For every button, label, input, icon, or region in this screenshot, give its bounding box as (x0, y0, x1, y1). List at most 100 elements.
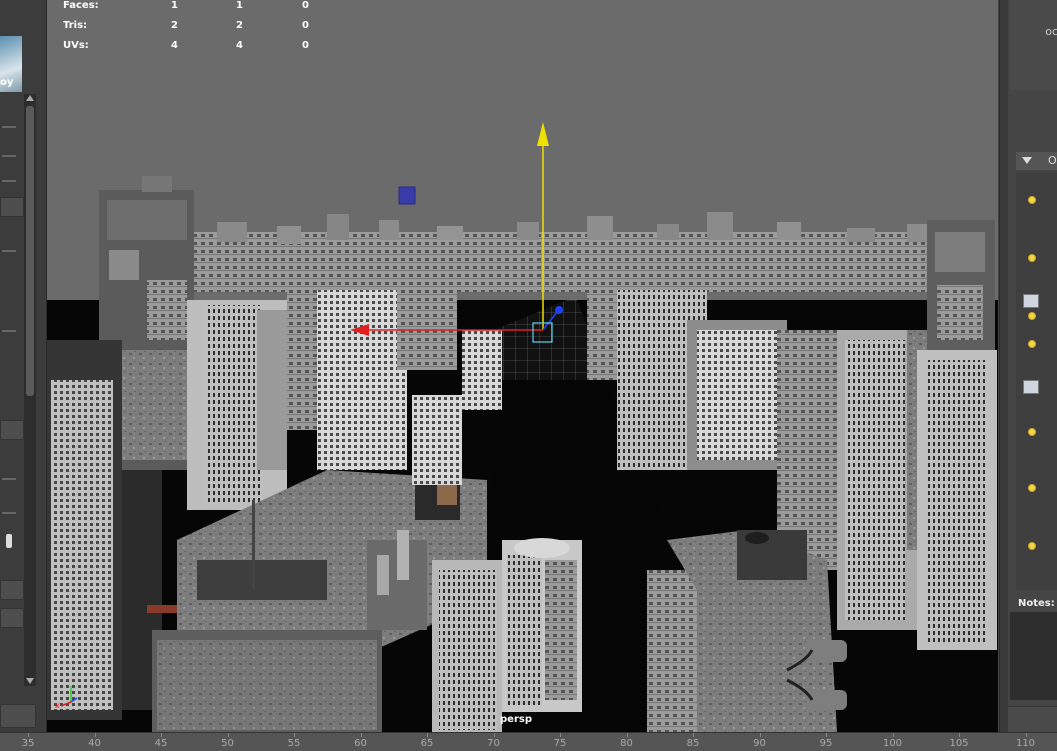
left-scrollbar[interactable] (24, 94, 36, 686)
hud-row-uvs: UVs: 4 4 0 (63, 40, 323, 54)
right-header-text: oc (1045, 25, 1057, 38)
scroll-up-arrow-icon[interactable] (26, 95, 34, 101)
notes-footer-field[interactable] (1008, 706, 1057, 731)
building (412, 395, 462, 485)
time-tick (94, 733, 96, 737)
camera-label: persp (500, 714, 532, 725)
attribute-list (1016, 172, 1057, 590)
attribute-panel: oc O Notes: (999, 0, 1057, 732)
scrollbar-thumb[interactable] (26, 106, 34, 396)
axis-gizmo-icon: x (55, 686, 78, 710)
keyable-dot-icon[interactable] (1028, 196, 1036, 204)
panel-divider (2, 330, 16, 332)
hud-value: 2 (171, 20, 178, 31)
time-tick (227, 733, 229, 737)
city-scene[interactable] (47, 0, 998, 732)
hud-value: 0 (302, 40, 309, 51)
hud-row-tris: Tris: 2 2 0 (63, 20, 323, 34)
time-tick (360, 733, 362, 737)
connection-icon[interactable] (1023, 294, 1039, 308)
time-tick-label: 65 (420, 738, 434, 749)
svg-text:x: x (55, 701, 60, 710)
plane-handle (398, 186, 416, 205)
panel-field[interactable] (0, 197, 24, 217)
time-tick-label: 40 (88, 738, 101, 749)
time-tick-label: 90 (753, 738, 766, 749)
time-tick-label: 55 (287, 738, 301, 749)
time-tick (826, 733, 827, 737)
right-header: oc (1010, 0, 1057, 90)
keyable-dot-icon[interactable] (1028, 428, 1036, 436)
section-header[interactable]: O (1016, 152, 1057, 170)
preview-thumbnail[interactable]: oy (0, 36, 22, 92)
time-tick-label: 85 (686, 738, 700, 749)
time-tick-label: 45 (154, 738, 168, 749)
panel-divider (2, 180, 16, 182)
panel-divider (2, 155, 16, 157)
time-tick-label: 35 (21, 738, 35, 749)
hud-row-faces: Faces: 1 1 0 (63, 0, 323, 14)
hud-value: 4 (171, 40, 178, 51)
panel-slider-handle[interactable] (6, 534, 12, 548)
hud-label: Faces: (63, 0, 99, 11)
panel-field[interactable] (0, 704, 36, 728)
keyable-dot-icon[interactable] (1028, 312, 1036, 320)
time-tick (959, 733, 960, 737)
keyable-dot-icon[interactable] (1028, 542, 1036, 550)
time-tick-label: 70 (487, 738, 500, 749)
hud-label: Tris: (63, 20, 88, 31)
time-tick (1025, 733, 1027, 737)
hud-value: 4 (236, 40, 243, 51)
z-axis-handle (555, 306, 563, 314)
time-tick (161, 733, 162, 737)
hud-value: 1 (236, 0, 243, 11)
time-tick-label: 110 (1015, 738, 1036, 749)
texture-icon[interactable] (1023, 380, 1039, 394)
collapse-triangle-icon[interactable] (1022, 157, 1032, 164)
time-tick-label: 95 (819, 738, 833, 749)
left-panel: oy (0, 0, 47, 732)
thumbnail-text: oy (0, 77, 14, 88)
hud-value: 2 (236, 20, 243, 31)
time-tick-label: 60 (354, 738, 367, 749)
hud-value: 1 (171, 0, 178, 11)
panel-divider (2, 478, 16, 480)
time-tick (693, 733, 694, 737)
time-tick-label: 50 (221, 738, 234, 749)
time-tick (28, 733, 29, 737)
building (462, 330, 502, 410)
hud-label: UVs: (63, 40, 89, 51)
time-tick (892, 733, 894, 737)
building (397, 260, 457, 370)
keyable-dot-icon[interactable] (1028, 340, 1036, 348)
time-tick (759, 733, 761, 737)
keyable-dot-icon[interactable] (1028, 254, 1036, 262)
right-scrollbar[interactable] (1000, 0, 1008, 732)
notes-label: Notes: (1018, 598, 1055, 609)
panel-field[interactable] (0, 608, 24, 628)
foreground-building (647, 570, 697, 732)
section-header-label: O (1048, 154, 1057, 167)
time-tick (294, 733, 295, 737)
hud-value: 0 (302, 0, 309, 11)
time-tick-label: 105 (949, 738, 969, 749)
scroll-down-arrow-icon[interactable] (26, 678, 34, 684)
hud-value: 0 (302, 20, 309, 31)
building (317, 290, 407, 470)
time-tick (427, 733, 428, 737)
time-slider[interactable]: 35 40 45 50 55 60 65 70 75 80 85 90 95 100 105 110 (0, 732, 1057, 751)
panel-divider (2, 126, 16, 128)
time-tick (626, 733, 628, 737)
time-tick (560, 733, 561, 737)
time-tick-label: 80 (620, 738, 633, 749)
panel-divider (2, 512, 16, 514)
panel-field[interactable] (0, 420, 24, 440)
time-tick-label: 75 (553, 738, 567, 749)
panel-divider (2, 250, 16, 252)
panel-field[interactable] (0, 580, 24, 600)
time-tick-label: 100 (882, 738, 903, 749)
3d-viewport[interactable]: Faces: 1 1 0 Tris: 2 2 0 UVs: 4 4 0 x pe… (47, 0, 998, 732)
keyable-dot-icon[interactable] (1028, 484, 1036, 492)
time-tick (493, 733, 495, 737)
notes-textarea[interactable] (1010, 612, 1057, 700)
